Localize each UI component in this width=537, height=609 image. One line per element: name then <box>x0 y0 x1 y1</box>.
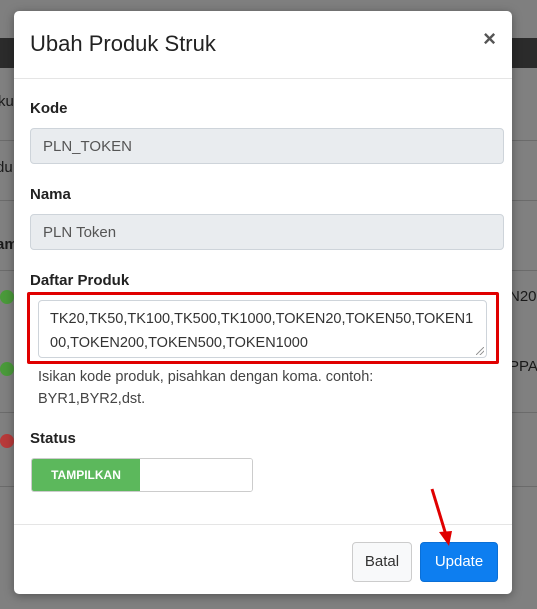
background-text-fragment: du <box>0 159 13 176</box>
daftar-produk-textarea[interactable]: TK20,TK50,TK100,TK500,TK1000,TOKEN20,TOK… <box>38 300 487 358</box>
help-text: Isikan kode produk, pisahkan dengan koma… <box>38 369 374 407</box>
status-toggle[interactable]: TAMPILKAN <box>31 458 253 492</box>
update-button[interactable]: Update <box>420 542 498 582</box>
check-icon <box>0 362 14 376</box>
status-toggle-handle <box>140 459 252 491</box>
nama-field[interactable] <box>30 214 504 250</box>
modal-title: Ubah Produk Struk <box>30 31 216 56</box>
background-cell-fragment: N20, <box>509 288 537 305</box>
daftar-produk-label: Daftar Produk <box>30 272 130 289</box>
check-icon <box>0 290 14 304</box>
kode-field[interactable] <box>30 128 504 164</box>
background-heading-fragment: ku <box>0 93 14 110</box>
status-label: Status <box>30 430 76 447</box>
modal-footer: Batal Update <box>14 524 512 595</box>
kode-label: Kode <box>30 100 68 117</box>
cancel-button[interactable]: Batal <box>352 542 412 582</box>
nama-label: Nama <box>30 186 71 203</box>
background-cell-fragment: PPAY <box>509 358 537 375</box>
modal-header: Ubah Produk Struk × <box>14 11 512 79</box>
block-icon <box>0 434 14 448</box>
close-icon[interactable]: × <box>483 27 496 51</box>
daftar-produk-value: TK20,TK50,TK100,TK500,TK1000,TOKEN20,TOK… <box>50 311 474 351</box>
resize-handle[interactable] <box>476 347 484 355</box>
edit-product-modal: Ubah Produk Struk × Kode Nama Daftar Pro… <box>14 11 512 594</box>
status-toggle-on-label: TAMPILKAN <box>32 459 140 491</box>
